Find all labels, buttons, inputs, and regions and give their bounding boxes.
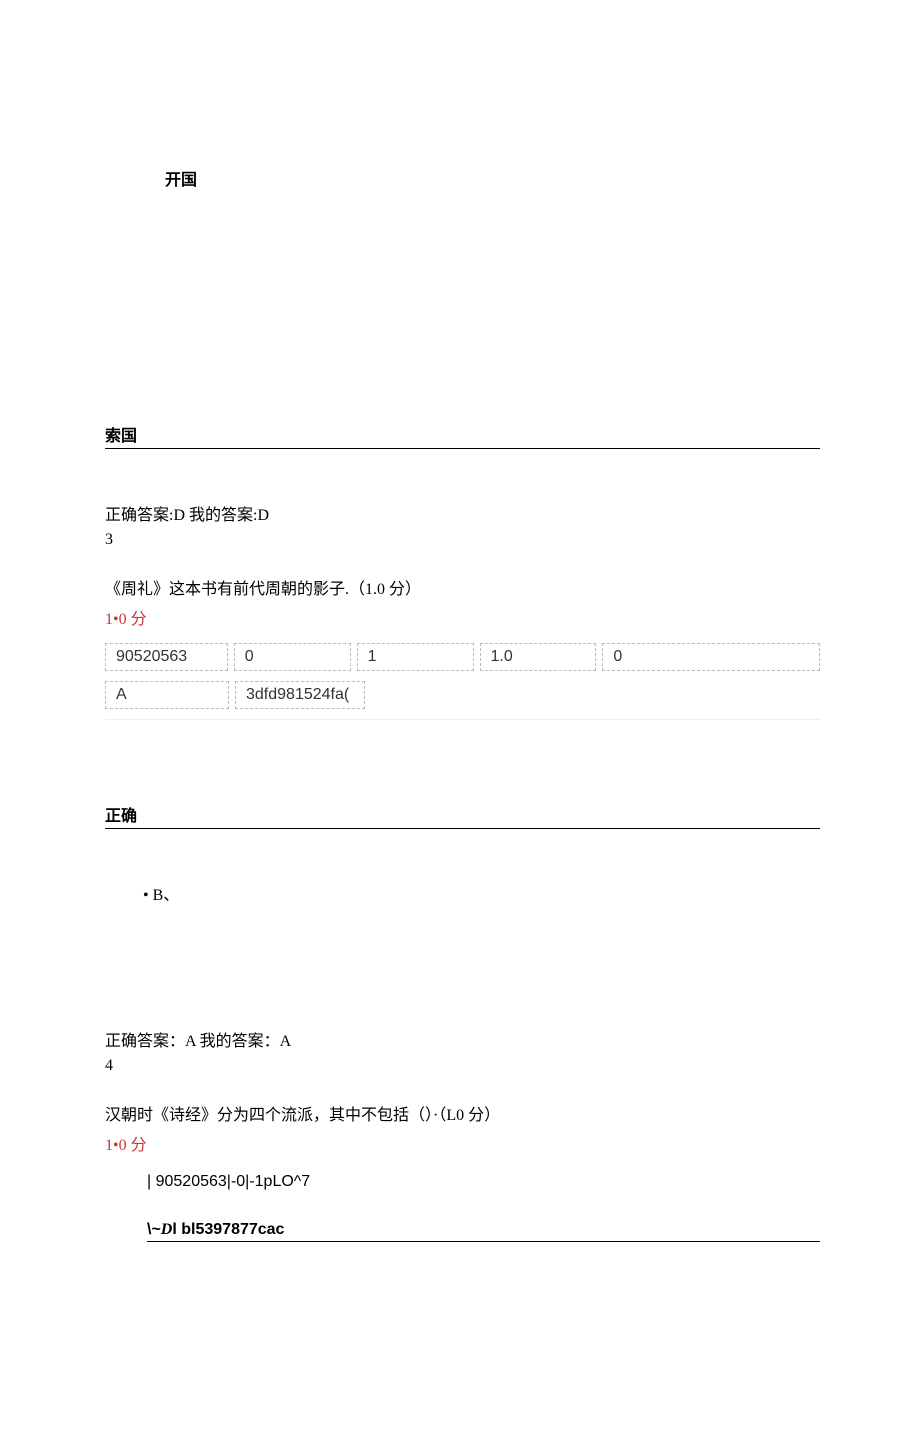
- cell-1-2: 0: [234, 643, 351, 671]
- option-suoguo: 索国: [105, 422, 820, 449]
- question-number-3: 3: [105, 531, 820, 549]
- cell-2-1: A: [105, 681, 229, 709]
- q4-line2-post: l bl5397877cac: [172, 1221, 284, 1238]
- spacer: [105, 1197, 820, 1215]
- answer-line-q3: 正确答案：A 我的答案：A: [105, 1027, 820, 1051]
- spacer: [105, 760, 820, 796]
- data-row-2: A 3dfd981524fa(: [105, 681, 820, 709]
- q4-line2-pre: \~: [147, 1221, 161, 1238]
- cell-1-3: 1: [357, 643, 474, 671]
- cell-1-4: 1.0: [480, 643, 597, 671]
- question-number-4: 4: [105, 1057, 820, 1075]
- spacer: [105, 911, 820, 1021]
- option-kaiguo: 开国: [105, 166, 820, 190]
- cell-1-1: 90520563: [105, 643, 228, 671]
- spacer: [105, 455, 820, 495]
- q4-line2-d: D: [161, 1221, 173, 1238]
- data-row-1: 90520563 0 1 1.0 0: [105, 643, 820, 671]
- question-4-stem: 汉朝时《诗经》分为四个流派，其中不包括（）·（L0 分）: [105, 1101, 820, 1125]
- option-b: • B、: [105, 881, 820, 905]
- question-3-stem: 《周礼》这本书有前代周朝的影子.（1.0 分）: [105, 575, 820, 599]
- q4-data-line-2: \~Dl bl5397877cac: [147, 1221, 820, 1242]
- cell-1-5: 0: [602, 643, 820, 671]
- spacer: [105, 555, 820, 569]
- q4-data-line-1: | 90520563|-0|-1pLO^7: [105, 1173, 820, 1191]
- question-3-score: 1•0 分: [105, 605, 820, 629]
- answer-line-q2: 正确答案:D 我的答案:D: [105, 501, 820, 525]
- cell-2-2: 3dfd981524fa(: [235, 681, 365, 709]
- spacer: [105, 835, 820, 875]
- option-correct: 正确: [105, 802, 820, 829]
- spacer: [105, 1161, 820, 1167]
- spacer: [105, 1081, 820, 1095]
- top-spacer: [105, 0, 820, 160]
- spacer: [105, 196, 820, 416]
- question-4-score: 1•0 分: [105, 1131, 820, 1155]
- document-page: 开国 索国 正确答案:D 我的答案:D 3 《周礼》这本书有前代周朝的影子.（1…: [0, 0, 920, 1242]
- divider: [105, 719, 820, 720]
